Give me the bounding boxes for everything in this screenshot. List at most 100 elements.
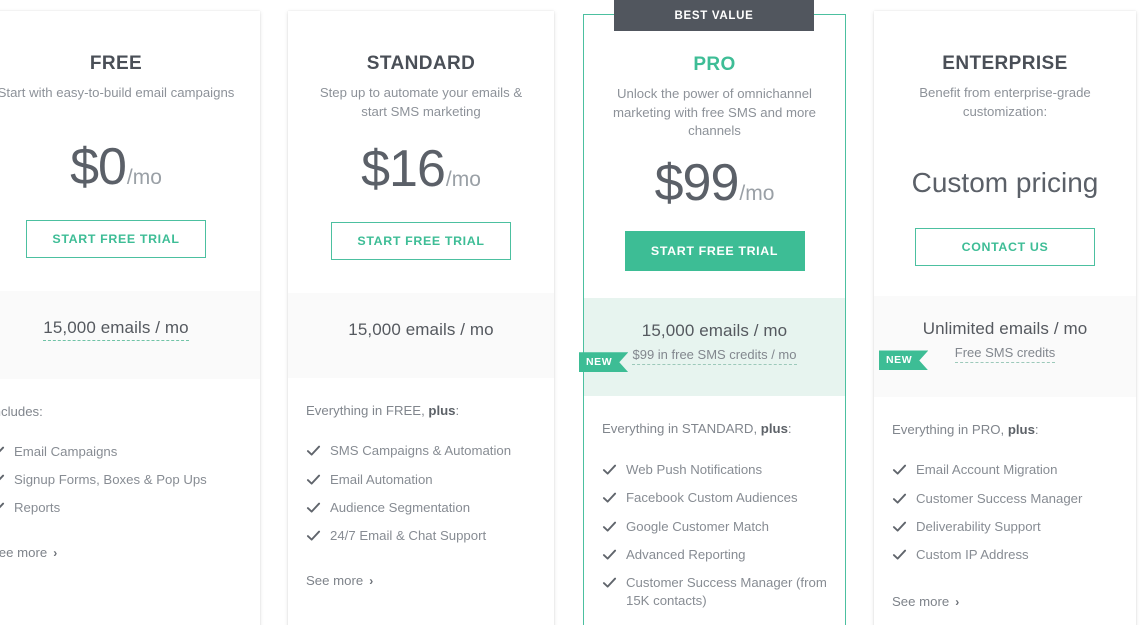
price-amount-free: $0 [70, 137, 127, 196]
feature-label: Reports [14, 500, 61, 516]
check-icon [602, 490, 617, 505]
emails-band-pro: 15,000 emails / mo $99 in free SMS credi… [584, 298, 845, 397]
list-item: Email Account Migration [892, 461, 1118, 479]
cta-wrap-pro: START FREE TRIAL [602, 231, 827, 272]
plan-name-free: FREE [89, 53, 143, 74]
list-item: 24/7 Email & Chat Support [306, 527, 536, 545]
check-icon [892, 462, 907, 477]
feature-label: Email Automation [330, 471, 433, 487]
pricing-page: FREE Start with easy-to-build email camp… [0, 0, 1145, 625]
features-heading-prefix-standard: Everything in FREE, [306, 403, 429, 419]
plan-tagline-standard: Step up to automate your emails & start … [319, 85, 523, 119]
pricing-card-pro: PRO Unlock the power of omnichannel mark… [583, 14, 846, 625]
card-header-pro: PRO Unlock the power of omnichannel mark… [584, 15, 845, 272]
contact-us-button[interactable]: CONTACT US [915, 228, 1095, 267]
check-icon [602, 547, 617, 562]
check-icon [306, 528, 321, 543]
start-free-trial-button-standard[interactable]: START FREE TRIAL [331, 222, 511, 261]
feature-label: Customer Success Manager [916, 490, 1083, 506]
cta-wrap-free: START FREE TRIAL [0, 219, 242, 258]
emails-band-free: 15,000 emails / mo [0, 290, 260, 379]
list-item: Google Customer Match [602, 518, 827, 536]
plan-tagline-free: Start with easy-to-build email campaigns [0, 85, 235, 100]
price-amount-pro: $99 [654, 154, 740, 213]
price-period-pro: /mo [739, 182, 775, 206]
best-value-banner: BEST VALUE [614, 0, 814, 31]
emails-quota-pro: 15,000 emails / mo [641, 321, 788, 341]
sms-credits-pro: $99 in free SMS credits / mo [632, 347, 797, 366]
features-heading-free: Includes: [0, 404, 242, 419]
list-item: Custom IP Address [892, 546, 1118, 564]
plan-name-pro: PRO [693, 54, 736, 75]
list-item: Signup Forms, Boxes & Pop Ups [0, 471, 242, 489]
feature-label: 24/7 Email & Chat Support [330, 528, 487, 544]
pricing-card-free: FREE Start with easy-to-build email camp… [0, 11, 260, 625]
new-badge-pro: NEW [579, 352, 628, 372]
features-heading-bold-pro: plus [760, 421, 788, 437]
feature-label: Web Push Notifications [626, 462, 763, 478]
list-item: Email Campaigns [0, 443, 242, 461]
check-icon [0, 500, 5, 515]
see-more-link-free[interactable]: See more › [0, 545, 57, 560]
plan-price-free: $0 /mo [0, 141, 242, 193]
card-header-standard: STANDARD Step up to automate your emails… [288, 11, 554, 261]
features-heading-bold-enterprise: plus [1007, 422, 1035, 438]
feature-list-standard: SMS Campaigns & Automation Email Automat… [306, 442, 536, 545]
check-icon [892, 547, 907, 562]
plan-name-standard: STANDARD [366, 53, 476, 74]
feature-label: Google Customer Match [626, 518, 769, 534]
list-item: Reports [0, 499, 242, 517]
feature-list-enterprise: Email Account Migration Customer Success… [892, 461, 1118, 564]
emails-band-standard: 15,000 emails / mo [288, 293, 554, 379]
features-heading-suffix-standard: : [455, 403, 460, 419]
pricing-card-enterprise: ENTERPRISE Benefit from enterprise-grade… [874, 11, 1136, 625]
feature-label: Advanced Reporting [626, 546, 746, 562]
start-free-trial-button-pro[interactable]: START FREE TRIAL [624, 231, 805, 272]
feature-label: Signup Forms, Boxes & Pop Ups [14, 471, 207, 487]
emails-quota-standard: 15,000 emails / mo [348, 320, 494, 340]
list-item: SMS Campaigns & Automation [306, 442, 536, 460]
features-enterprise: Everything in PRO, plus: Email Account M… [874, 397, 1136, 625]
chevron-right-icon: › [955, 594, 960, 609]
feature-label: Email Account Migration [916, 462, 1058, 478]
feature-label: Deliverability Support [916, 518, 1041, 534]
list-item: Audience Segmentation [306, 499, 536, 517]
see-more-link-enterprise[interactable]: See more › [892, 594, 959, 609]
plan-tagline-pro: Unlock the power of omnichannel marketin… [612, 86, 817, 139]
price-amount-standard: $16 [361, 140, 446, 199]
list-item: Email Automation [306, 471, 536, 489]
features-heading-suffix-enterprise: : [1034, 422, 1039, 438]
features-pro: Everything in STANDARD, plus: Web Push N… [584, 396, 845, 625]
plan-price-enterprise: Custom pricing [911, 167, 1099, 199]
emails-quota-enterprise: Unlimited emails / mo [922, 319, 1088, 339]
features-heading-suffix-pro: : [787, 421, 792, 437]
see-more-label: See more [0, 545, 48, 561]
emails-quota-free: 15,000 emails / mo [43, 318, 189, 341]
check-icon [892, 519, 907, 534]
emails-band-enterprise: Unlimited emails / mo Free SMS credits N… [874, 296, 1136, 398]
price-period-free: /mo [126, 165, 162, 189]
features-standard: Everything in FREE, plus: SMS Campaigns … [288, 378, 554, 625]
start-free-trial-button-free[interactable]: START FREE TRIAL [26, 219, 206, 258]
features-heading-enterprise: Everything in PRO, plus: [892, 422, 1118, 437]
feature-label: Audience Segmentation [330, 499, 471, 515]
see-more-label: See more [306, 573, 364, 589]
list-item: Facebook Custom Audiences [602, 489, 827, 507]
check-icon [0, 472, 5, 487]
features-heading-prefix-pro: Everything in STANDARD, [602, 421, 761, 437]
plan-name-enterprise: ENTERPRISE [942, 53, 1068, 74]
list-item: Deliverability Support [892, 518, 1118, 536]
features-heading-standard: Everything in FREE, plus: [306, 403, 536, 418]
card-header-enterprise: ENTERPRISE Benefit from enterprise-grade… [874, 11, 1136, 267]
see-more-link-standard[interactable]: See more › [306, 573, 373, 588]
check-icon [602, 519, 617, 534]
features-free: Includes: Email Campaigns Signup Forms, … [0, 379, 260, 625]
feature-list-pro: Web Push Notifications Facebook Custom A… [602, 461, 827, 610]
new-badge-enterprise: NEW [879, 350, 928, 370]
plan-price-standard: $16 /mo [306, 143, 536, 195]
list-item: Customer Success Manager (from 15K conta… [602, 574, 827, 610]
pricing-card-standard: STANDARD Step up to automate your emails… [288, 11, 554, 625]
feature-label: Facebook Custom Audiences [626, 490, 798, 506]
check-icon [892, 491, 907, 506]
sms-credits-enterprise: Free SMS credits [954, 345, 1056, 364]
